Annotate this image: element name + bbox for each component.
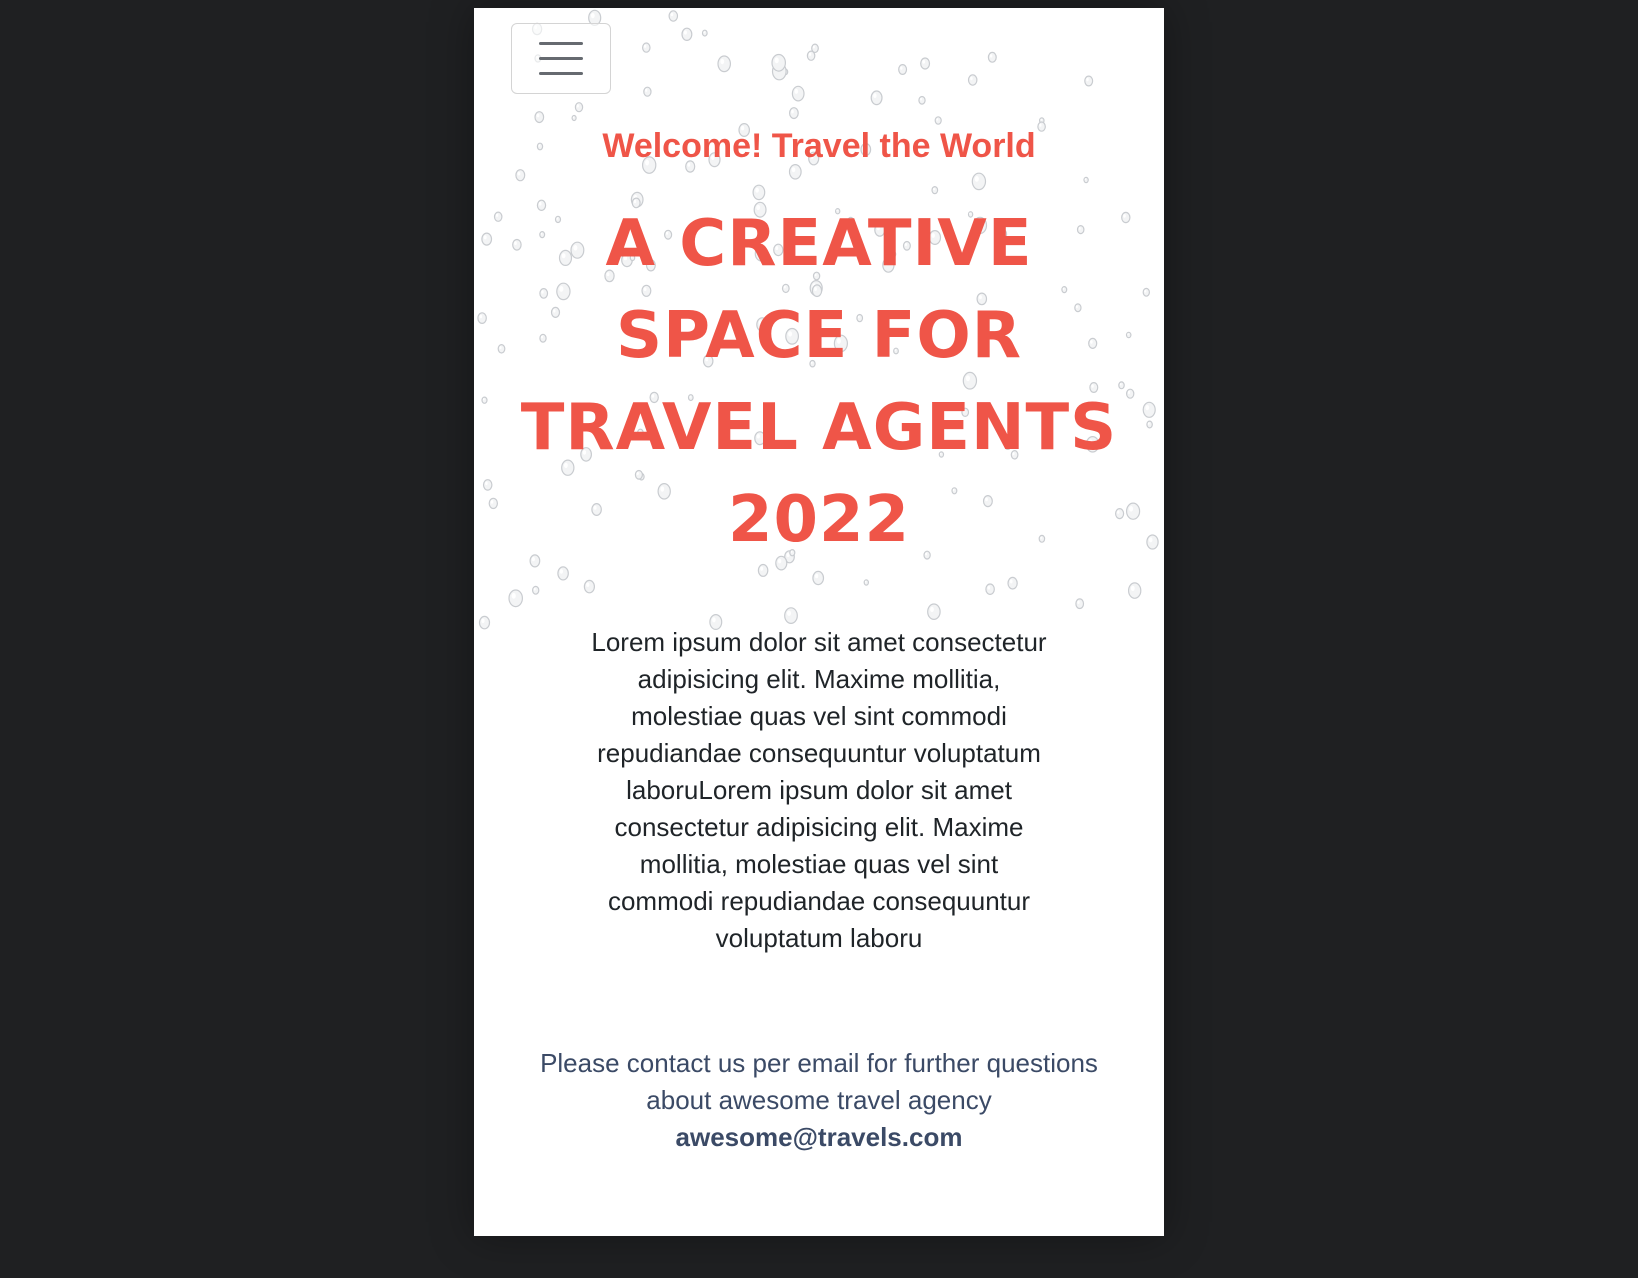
water-drop — [870, 90, 883, 106]
water-drop — [497, 343, 506, 354]
water-drop — [971, 172, 987, 191]
water-drop — [557, 566, 569, 581]
email-link[interactable]: awesome@travels.com — [514, 1119, 1124, 1156]
water-drop — [1146, 420, 1153, 429]
water-drop — [1128, 582, 1142, 599]
water-drop — [1125, 502, 1141, 520]
water-drop — [967, 74, 978, 86]
welcome-subtitle: Welcome! Travel the World — [602, 127, 1036, 165]
headline-line: 2022 — [727, 483, 911, 557]
water-drop — [508, 589, 523, 608]
water-drop — [788, 164, 802, 180]
water-drop — [1007, 576, 1018, 590]
water-drop — [1126, 388, 1135, 399]
water-drop — [985, 583, 995, 595]
water-drop — [1075, 598, 1085, 610]
water-drop — [812, 570, 825, 586]
water-drop — [1146, 534, 1159, 550]
menu-icon-bar — [539, 72, 583, 75]
water-drop — [927, 603, 941, 620]
water-drop — [668, 10, 679, 22]
water-drop — [643, 86, 652, 97]
water-drop — [789, 107, 799, 120]
water-drop — [898, 63, 908, 75]
water-drop — [1038, 117, 1045, 124]
menu-icon-bar — [539, 57, 583, 60]
water-drop — [918, 95, 926, 105]
water-drop — [1142, 401, 1156, 418]
water-drop — [493, 211, 503, 222]
water-drop — [642, 42, 651, 53]
water-drop — [481, 232, 493, 246]
water-drop — [701, 29, 708, 37]
water-drop — [478, 615, 491, 630]
hero-headline: A CREATIVE SPACE FOR TRAVEL AGENTS 2022 — [514, 198, 1124, 566]
water-drop — [482, 479, 493, 491]
water-drop — [811, 43, 819, 54]
water-drop — [1084, 75, 1094, 87]
water-drop — [481, 396, 488, 404]
water-drop — [987, 51, 997, 63]
water-drop — [571, 114, 577, 122]
water-drop — [681, 27, 693, 41]
page-background: Welcome! Travel the World A CREATIVE SPA… — [0, 0, 1638, 1278]
water-drop — [931, 186, 939, 195]
water-drop — [583, 579, 596, 594]
water-drop — [717, 55, 731, 73]
water-drop — [515, 169, 526, 182]
headline-line: SPACE FOR — [615, 299, 1023, 373]
water-drop — [1142, 287, 1151, 297]
water-drop — [1125, 331, 1132, 339]
water-drop — [791, 85, 805, 102]
water-drop — [477, 312, 487, 325]
water-drop — [771, 62, 787, 81]
hamburger-menu-button[interactable] — [511, 23, 611, 94]
water-drop — [784, 607, 798, 624]
contact-text: Please contact us per email for further … — [540, 1048, 1098, 1115]
water-drop — [920, 57, 931, 70]
water-drop — [1083, 176, 1089, 184]
water-drop — [488, 497, 498, 510]
water-drop — [757, 563, 769, 577]
contact-section: Please contact us per email for further … — [514, 1045, 1124, 1156]
headline-line: A CREATIVE — [605, 207, 1033, 281]
water-drop — [574, 102, 584, 113]
water-drop — [532, 585, 540, 595]
water-drop — [934, 116, 942, 125]
water-drop — [534, 111, 545, 124]
water-drop — [863, 579, 869, 586]
water-drop — [782, 68, 789, 76]
water-drop — [771, 53, 786, 72]
headline-line: TRAVEL AGENTS — [520, 391, 1118, 465]
intro-paragraph: Lorem ipsum dolor sit amet consectetur a… — [591, 627, 1047, 953]
menu-icon-bar — [539, 42, 583, 45]
water-drop — [806, 50, 816, 61]
mobile-page-card: Welcome! Travel the World A CREATIVE SPA… — [474, 8, 1164, 1236]
